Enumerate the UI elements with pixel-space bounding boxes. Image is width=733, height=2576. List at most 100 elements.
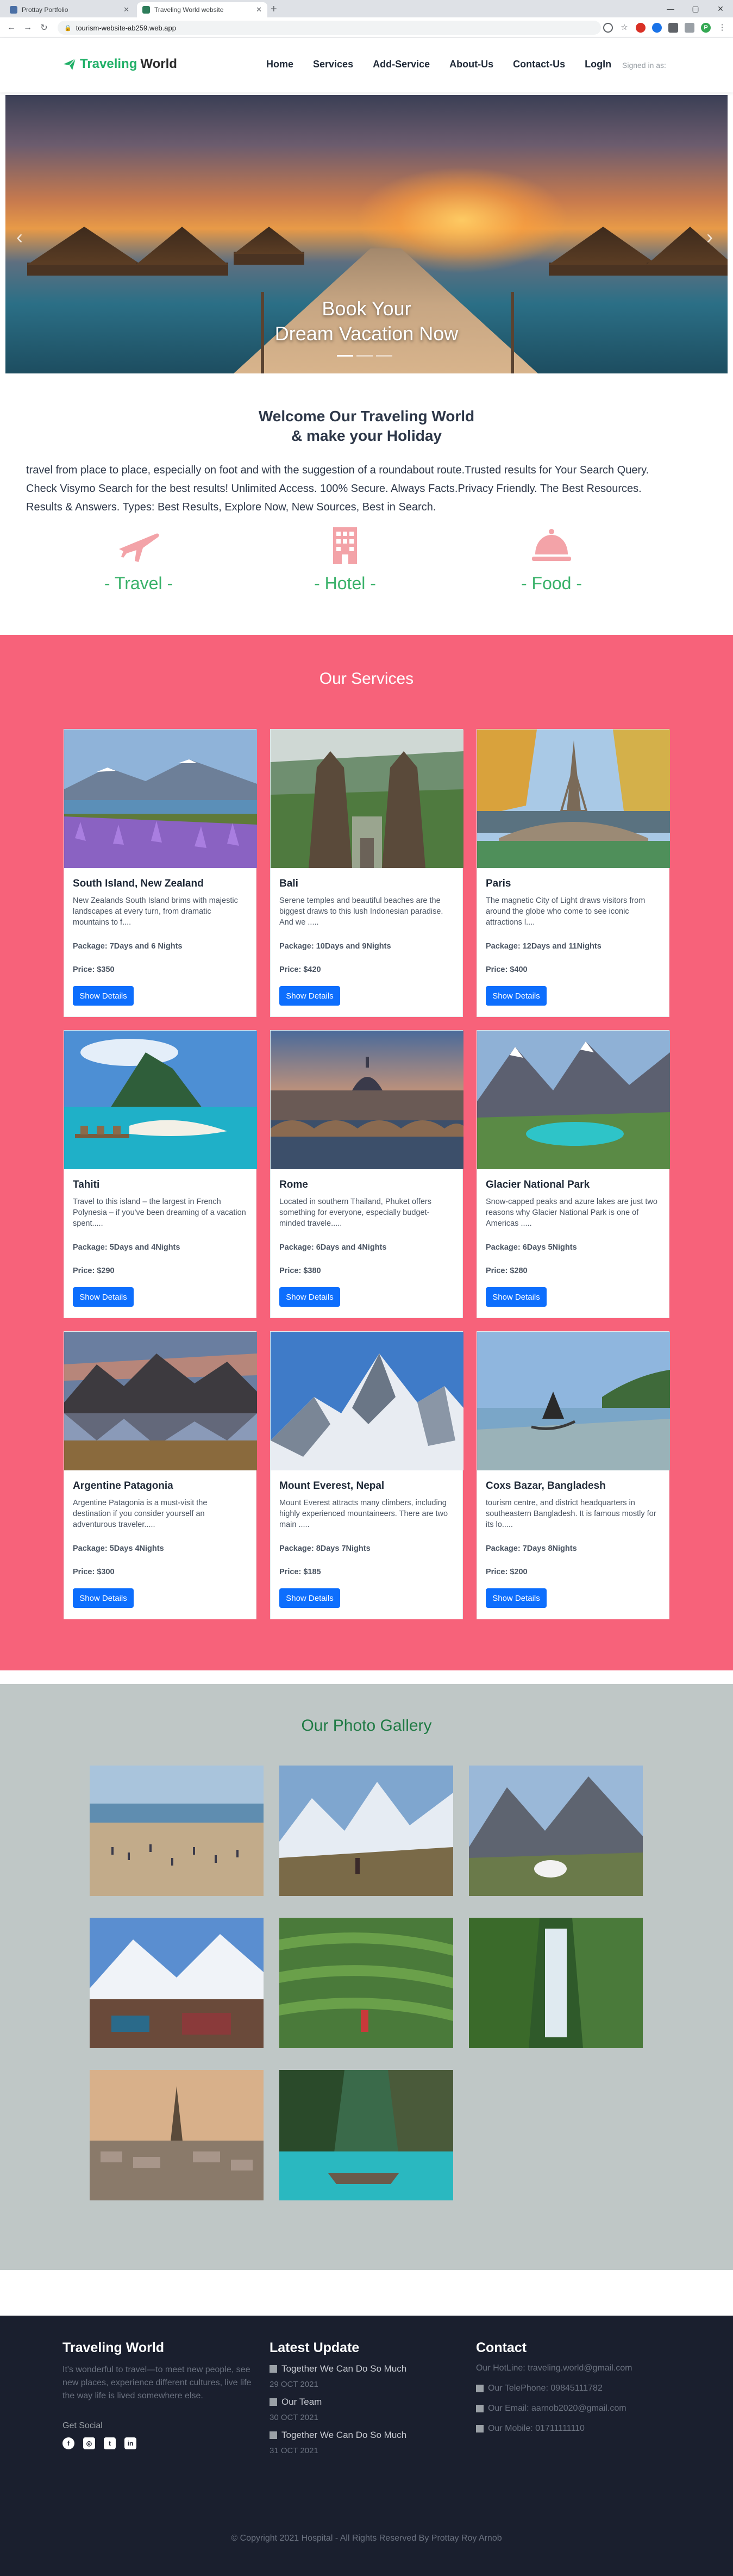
- update-item[interactable]: Together We Can Do So Much 29 OCT 2021: [270, 2363, 406, 2389]
- reload-icon[interactable]: ↻: [38, 22, 50, 34]
- show-details-button[interactable]: Show Details: [279, 1588, 340, 1608]
- show-details-button[interactable]: Show Details: [486, 1287, 547, 1307]
- card-package: Package: 7Days 8Nights: [486, 1544, 577, 1553]
- gallery-photo-snow-cafe[interactable]: [90, 1918, 264, 2048]
- carousel-prev-icon[interactable]: ‹: [16, 226, 23, 248]
- show-details-button[interactable]: Show Details: [486, 986, 547, 1006]
- nav-link-contact-us[interactable]: Contact-Us: [513, 59, 565, 70]
- gallery-photo-rice-terraces[interactable]: [279, 1918, 453, 2048]
- linkedin-icon[interactable]: in: [124, 2437, 136, 2449]
- service-card: Glacier National Park Snow-capped peaks …: [477, 1030, 670, 1318]
- close-tab-icon[interactable]: ✕: [256, 5, 262, 14]
- instagram-icon[interactable]: ◎: [83, 2437, 95, 2449]
- card-image: [271, 1332, 463, 1470]
- url-text: tourism-website-ab259.web.app: [76, 23, 176, 32]
- twitter-icon[interactable]: t: [104, 2437, 116, 2449]
- update-date: 29 OCT 2021: [270, 2380, 318, 2389]
- show-details-button[interactable]: Show Details: [73, 1588, 134, 1608]
- close-window-icon[interactable]: ✕: [708, 0, 733, 17]
- service-card: Tahiti Travel to this island – the large…: [64, 1030, 257, 1318]
- show-details-button[interactable]: Show Details: [279, 986, 340, 1006]
- contact-telephone: Our TelePhone: 09845111782: [476, 2384, 632, 2393]
- update-item[interactable]: Our Team 30 OCT 2021: [270, 2397, 406, 2422]
- profile-avatar[interactable]: P: [701, 23, 711, 33]
- show-details-button[interactable]: Show Details: [73, 986, 134, 1006]
- forward-icon[interactable]: →: [22, 22, 34, 34]
- card-description: tourism centre, and district headquarter…: [486, 1499, 656, 1529]
- extension-icon[interactable]: [652, 23, 662, 33]
- tab-title: Prottay Portfolio: [22, 6, 68, 14]
- card-price: Price: $380: [279, 1267, 321, 1275]
- card-price: Price: $350: [73, 965, 115, 974]
- carousel-indicator[interactable]: [356, 355, 373, 357]
- new-tab-button[interactable]: +: [271, 3, 277, 15]
- feature-label: - Food -: [521, 573, 582, 593]
- address-bar[interactable]: 🔒 tourism-website-ab259.web.app: [58, 21, 601, 35]
- welcome-title: Welcome Our Traveling World & make your …: [0, 407, 733, 446]
- feature-travel: - Travel -: [68, 526, 209, 594]
- card-description: Located in southern Thailand, Phuket off…: [279, 1197, 431, 1228]
- back-icon[interactable]: ←: [5, 22, 17, 34]
- footer-updates-title: Latest Update: [270, 2340, 360, 2355]
- contact-text: Our HotLine: traveling.world@gmail.com: [476, 2363, 632, 2373]
- carousel-indicators: [337, 355, 392, 357]
- extension-icon[interactable]: [636, 23, 646, 33]
- facebook-icon[interactable]: f: [62, 2437, 74, 2449]
- card-description: New Zealands South Island brims with maj…: [73, 896, 238, 927]
- nav-link-about-us[interactable]: About-Us: [449, 59, 493, 70]
- card-image: [64, 729, 257, 868]
- nav-link-login[interactable]: LogIn: [585, 59, 611, 70]
- hero-scenery: [234, 227, 304, 254]
- nav-link-services[interactable]: Services: [313, 59, 353, 70]
- carousel-indicator[interactable]: [376, 355, 392, 357]
- update-date: 31 OCT 2021: [270, 2446, 318, 2455]
- contact-text: Our TelePhone: 09845111782: [488, 2384, 603, 2393]
- nav-link-add-service[interactable]: Add-Service: [373, 59, 430, 70]
- social-links: f ◎ t in: [62, 2437, 258, 2449]
- browser-tab-bar: Prottay Portfolio ✕ Traveling World webs…: [0, 0, 733, 17]
- gallery-title: Our Photo Gallery: [301, 1717, 432, 1735]
- gallery-photo-waterfall[interactable]: [469, 1918, 643, 2048]
- service-card: Rome Located in southern Thailand, Phuke…: [270, 1030, 463, 1318]
- show-details-button[interactable]: Show Details: [279, 1287, 340, 1307]
- share-icon[interactable]: [603, 23, 613, 33]
- brand-logo[interactable]: Traveling World: [62, 57, 177, 72]
- carousel-indicator[interactable]: [337, 355, 353, 357]
- maximize-window-icon[interactable]: ▢: [683, 0, 708, 17]
- card-package: Package: 5Days 4Nights: [73, 1544, 164, 1553]
- card-price: Price: $300: [73, 1568, 115, 1576]
- card-title: Tahiti: [73, 1179, 100, 1190]
- gallery-photo-lake-boat[interactable]: [279, 2070, 453, 2200]
- gallery-photo-goat-peaks[interactable]: [469, 1766, 643, 1896]
- card-package: Package: 10Days and 9Nights: [279, 942, 391, 951]
- show-details-button[interactable]: Show Details: [486, 1588, 547, 1608]
- minimize-window-icon[interactable]: —: [658, 0, 683, 17]
- hero-title-line2: Dream Vacation Now: [274, 322, 459, 345]
- browser-tab-traveling-world[interactable]: Traveling World website ✕: [137, 2, 267, 17]
- hero-scenery: [647, 227, 728, 265]
- gallery-photo-mountains-hikers[interactable]: [279, 1766, 453, 1896]
- card-description: Argentine Patagonia is a must-visit the …: [73, 1499, 208, 1529]
- service-card: Mount Everest, Nepal Mount Everest attra…: [270, 1331, 463, 1619]
- brand-name-part1: Traveling: [80, 57, 137, 71]
- card-image: [477, 729, 670, 868]
- extensions-puzzle-icon[interactable]: [668, 23, 678, 33]
- nav-link-home[interactable]: Home: [266, 59, 293, 70]
- gallery-photo-city-eiffel[interactable]: [90, 2070, 264, 2200]
- bookmark-star-icon[interactable]: ☆: [619, 23, 629, 33]
- service-card: Coxs Bazar, Bangladesh tourism centre, a…: [477, 1331, 670, 1619]
- card-price: Price: $200: [486, 1568, 528, 1576]
- card-package: Package: 7Days and 6 Nights: [73, 942, 183, 951]
- close-tab-icon[interactable]: ✕: [123, 5, 129, 14]
- show-details-button[interactable]: Show Details: [73, 1287, 134, 1307]
- copyright-text: © Copyright 2021 Hospital - All Rights R…: [231, 2534, 502, 2543]
- menu-kebab-icon[interactable]: ⋮: [717, 23, 727, 33]
- sidebar-icon[interactable]: [685, 23, 694, 33]
- service-card: Bali Serene temples and beautiful beache…: [270, 729, 463, 1017]
- update-item[interactable]: Together We Can Do So Much 31 OCT 2021: [270, 2430, 406, 2455]
- hero-scenery: [136, 227, 228, 265]
- footer-updates: Latest Update Together We Can Do So Much…: [270, 2340, 406, 2463]
- gallery-photo-beach[interactable]: [90, 1766, 264, 1896]
- browser-tab-portfolio[interactable]: Prottay Portfolio ✕: [4, 2, 135, 17]
- carousel-next-icon[interactable]: ›: [706, 226, 713, 248]
